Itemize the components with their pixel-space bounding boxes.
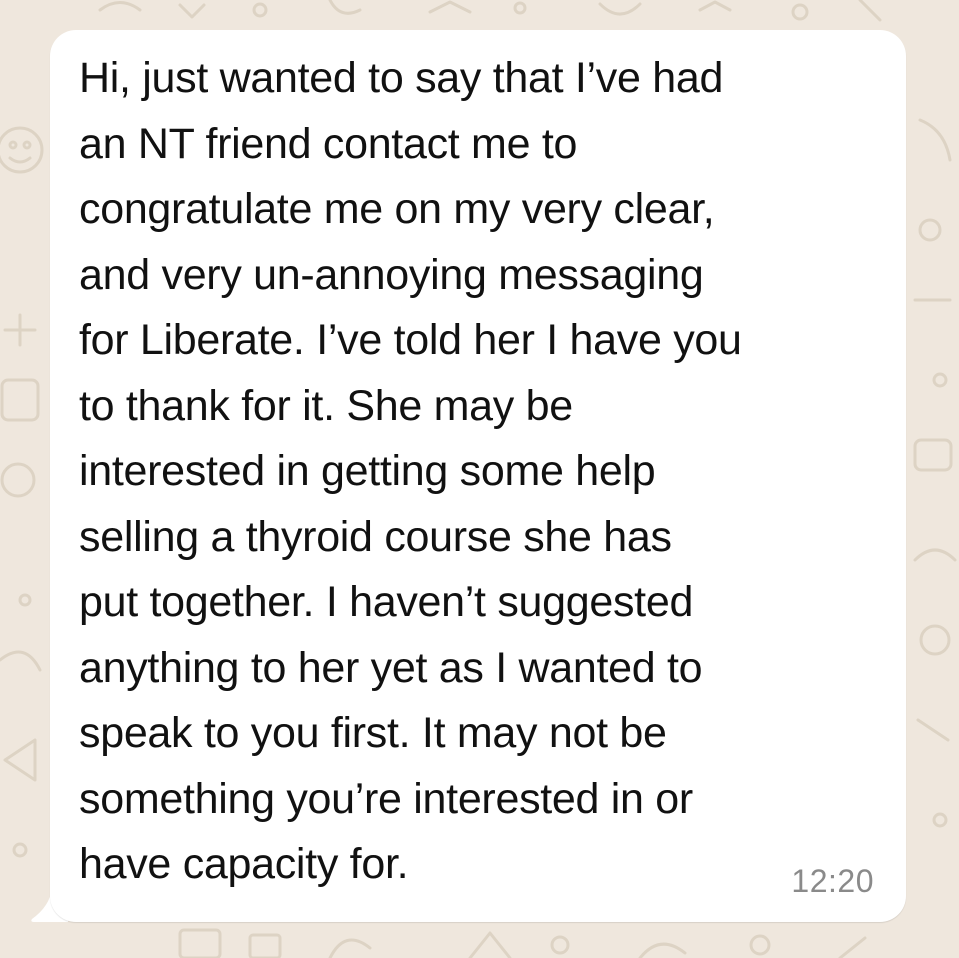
message-timestamp: 12:20: [791, 863, 874, 899]
incoming-message-bubble[interactable]: Hi, just wanted to say that I’ve had an …: [50, 30, 906, 922]
message-line: an NT friend contact me to: [79, 119, 578, 168]
message-text: Hi, just wanted to say that I’ve had an …: [79, 46, 891, 898]
message-line: for Liberate. I’ve told her I have you: [79, 316, 742, 364]
message-line: interested in getting some help: [79, 447, 656, 495]
message-line: Hi, just wanted to say that I’ve had: [79, 54, 724, 102]
message-line: anything to her yet as I wanted to: [79, 643, 703, 692]
message-line: something you’re interested in or: [79, 774, 693, 823]
message-line: to thank for it. She may be: [79, 381, 573, 430]
message-line: have capacity for.: [79, 840, 409, 888]
message-line: selling a thyroid course she has: [79, 512, 672, 561]
message-line: and very un-annoying messaging: [79, 250, 704, 299]
message-line: congratulate me on my very clear,: [79, 185, 715, 233]
message-line: speak to you first. It may not be: [79, 709, 667, 757]
message-line: put together. I haven’t suggested: [79, 578, 694, 626]
